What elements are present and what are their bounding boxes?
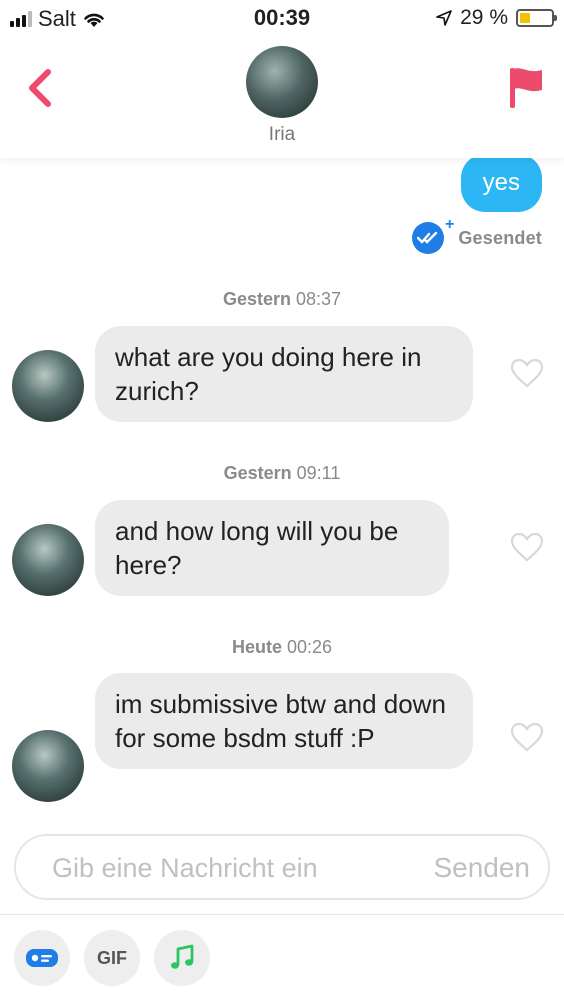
gif-icon: GIF [97,947,127,968]
message-timestamp: Gestern 09:11 [0,463,564,484]
heart-icon[interactable] [510,358,544,388]
gif-button[interactable]: GIF [84,930,140,986]
music-button[interactable] [154,930,210,986]
chevron-left-icon[interactable] [22,68,62,108]
timestamp-day: Heute [231,637,282,657]
send-button[interactable]: Senden [433,852,530,884]
sent-status: + Gesendet [412,216,542,254]
divider [0,914,564,915]
heart-icon[interactable] [510,722,544,752]
battery-icon [516,9,557,27]
plus-icon: + [445,216,455,233]
timestamp-time: 00:26 [286,637,333,657]
incoming-message-bubble[interactable]: what are you doing here in zurich? [95,326,473,422]
flag-icon[interactable] [508,66,544,110]
sent-label: Gesendet [458,227,542,248]
avatar[interactable] [246,46,318,118]
incoming-message-bubble[interactable]: im submissive btw and down for some bsdm… [95,673,473,769]
avatar[interactable] [12,350,84,422]
contact-card-icon [26,949,58,967]
message-input[interactable] [50,848,384,888]
location-arrow-icon [436,10,452,26]
timestamp-day: Gestern [223,463,292,483]
avatar[interactable] [12,730,84,802]
double-check-icon: + [412,216,454,254]
battery-percent: 29 % [460,6,508,29]
chat-header: Iria [0,38,564,158]
message-timestamp: Heute 00:26 [0,637,564,658]
timestamp-day: Gestern [222,289,291,309]
match-name[interactable]: Iria [0,124,564,146]
timestamp-time: 08:37 [296,289,342,309]
contact-card-button[interactable] [14,930,70,986]
message-composer: Senden [14,834,550,900]
timestamp-time: 09:11 [296,463,341,483]
avatar[interactable] [12,524,84,596]
incoming-message-bubble[interactable]: and how long will you be here? [95,500,449,596]
message-timestamp: Gestern 08:37 [0,289,564,310]
status-bar: Salt 00:39 29 % [0,0,564,38]
status-right: 29 % [436,6,557,30]
outgoing-message-bubble[interactable]: yes [460,154,542,212]
heart-icon[interactable] [510,532,544,562]
music-note-icon [171,944,194,969]
